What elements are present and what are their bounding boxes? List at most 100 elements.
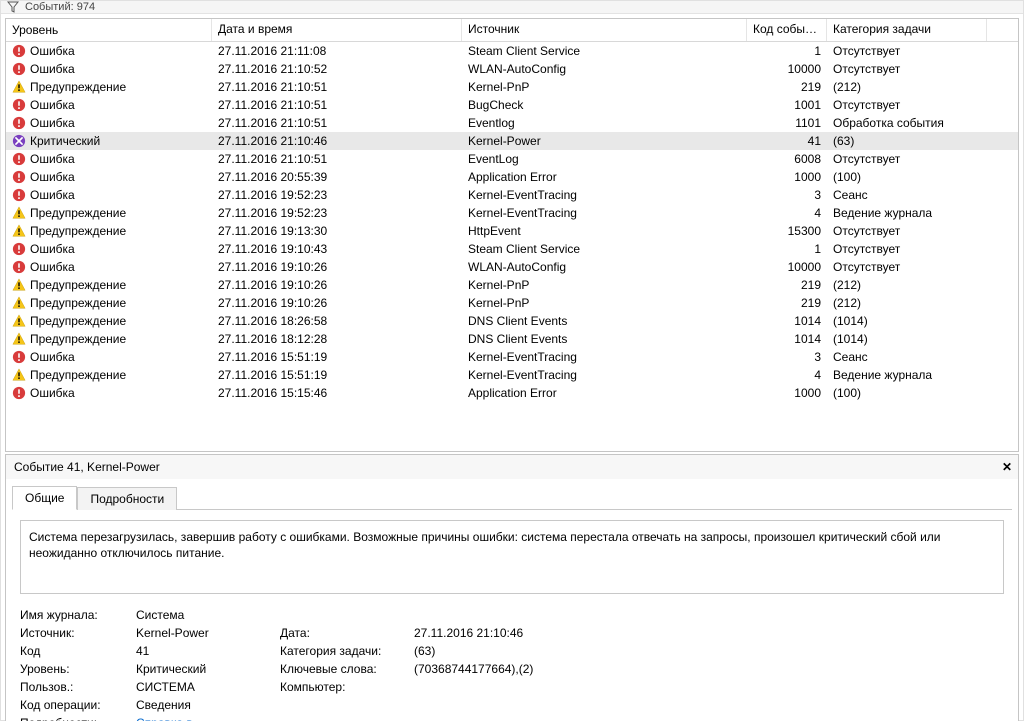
row-date: 27.11.2016 19:10:43 [212,239,462,259]
col-header-date[interactable]: Дата и время [212,19,462,41]
row-category: Отсутствует [827,59,987,79]
tab-general[interactable]: Общие [12,486,77,510]
val-computer [414,680,714,694]
val-moreinfo: Справка в [136,716,276,721]
warning-icon [12,224,26,238]
val-log: Система [136,608,276,622]
lbl-level: Уровень: [20,662,132,676]
row-category: (1014) [827,329,987,349]
val-source: Kernel-Power [136,626,276,640]
warning-icon [12,296,26,310]
detail-title-text: Событие 41, Kernel-Power [14,460,160,474]
table-row[interactable]: Ошибка27.11.2016 15:15:46Application Err… [6,384,1018,402]
table-row[interactable]: Ошибка27.11.2016 20:55:39Application Err… [6,168,1018,186]
col-header-level[interactable]: Уровень [6,19,212,41]
event-grid: Уровень Дата и время Источник Код событи… [5,18,1019,452]
row-date: 27.11.2016 20:55:39 [212,167,462,187]
table-row[interactable]: Предупреждение27.11.2016 19:13:30HttpEve… [6,222,1018,240]
row-level-text: Ошибка [30,242,75,256]
error-icon [12,98,26,112]
row-category: (100) [827,383,987,403]
error-icon [12,62,26,76]
error-icon [12,260,26,274]
warning-icon [12,278,26,292]
table-row[interactable]: Предупреждение27.11.2016 19:10:26Kernel-… [6,276,1018,294]
val-keywords: (70368744177664),(2) [414,662,714,676]
row-id: 6008 [747,149,827,169]
table-row[interactable]: Предупреждение27.11.2016 19:10:26Kernel-… [6,294,1018,312]
row-date: 27.11.2016 21:10:51 [212,149,462,169]
col-header-category[interactable]: Категория задачи [827,19,987,41]
row-category: Ведение журнала [827,203,987,223]
row-level-text: Ошибка [30,62,75,76]
table-row[interactable]: Предупреждение27.11.2016 18:12:28DNS Cli… [6,330,1018,348]
row-level-text: Предупреждение [30,332,126,346]
row-source: Application Error [462,383,747,403]
row-source: WLAN-AutoConfig [462,59,747,79]
help-link[interactable]: Справка в [136,716,193,721]
row-category: (212) [827,293,987,313]
table-row[interactable]: Ошибка27.11.2016 19:10:43Steam Client Se… [6,240,1018,258]
row-category: Отсутствует [827,95,987,115]
row-level-text: Предупреждение [30,80,126,94]
row-date: 27.11.2016 21:10:52 [212,59,462,79]
table-row[interactable]: Ошибка27.11.2016 21:10:51BugCheck1001Отс… [6,96,1018,114]
table-row[interactable]: Ошибка27.11.2016 21:10:51Eventlog1101Обр… [6,114,1018,132]
val-level: Критический [136,662,276,676]
tab-details[interactable]: Подробности [77,487,177,510]
grid-body[interactable]: Ошибка27.11.2016 21:11:08Steam Client Se… [6,42,1018,451]
event-description: Система перезагрузилась, завершив работу… [20,520,1004,594]
table-row[interactable]: Предупреждение27.11.2016 21:10:51Kernel-… [6,78,1018,96]
warning-icon [12,206,26,220]
row-source: EventLog [462,149,747,169]
row-date: 27.11.2016 19:10:26 [212,275,462,295]
row-level-text: Ошибка [30,260,75,274]
table-row[interactable]: Ошибка 27.11.2016 21:10:52WLAN-AutoConfig… [6,60,1018,78]
row-source: DNS Client Events [462,329,747,349]
table-row[interactable]: Предупреждение27.11.2016 19:52:23Kernel-… [6,204,1018,222]
table-row[interactable]: Ошибка27.11.2016 15:51:19Kernel-EventTra… [6,348,1018,366]
row-id: 1014 [747,311,827,331]
row-category: (212) [827,77,987,97]
tab-general-content: Система перезагрузилась, завершив работу… [12,509,1012,721]
lbl-eventid: Код [20,644,132,658]
row-level-text: Предупреждение [30,368,126,382]
row-date: 27.11.2016 19:52:23 [212,185,462,205]
row-id: 10000 [747,257,827,277]
col-header-source[interactable]: Источник [462,19,747,41]
lbl-moreinfo: Подробности: [20,716,132,721]
lbl-date: Дата: [280,626,410,640]
row-category: Ведение журнала [827,365,987,385]
row-level-text: Ошибка [30,44,75,58]
row-category: Отсутствует [827,149,987,169]
row-source: BugCheck [462,95,747,115]
table-row[interactable]: Ошибка27.11.2016 21:10:51EventLog6008Отс… [6,150,1018,168]
close-icon[interactable]: ✕ [1000,460,1014,474]
row-category: Обработка события [827,113,987,133]
lbl-opcode: Код операции: [20,698,132,712]
row-category: Сеанс [827,347,987,367]
table-row[interactable]: Ошибка27.11.2016 19:52:23Kernel-EventTra… [6,186,1018,204]
row-date: 27.11.2016 21:10:51 [212,95,462,115]
table-row[interactable]: Предупреждение27.11.2016 15:51:19Kernel-… [6,366,1018,384]
lbl-category: Категория задачи: [280,644,410,658]
row-source: Kernel-EventTracing [462,365,747,385]
warning-icon [12,368,26,382]
table-row[interactable]: Ошибка27.11.2016 19:10:26WLAN-AutoConfig… [6,258,1018,276]
val-opcode: Сведения [136,698,276,712]
table-row[interactable]: Ошибка27.11.2016 21:11:08Steam Client Se… [6,42,1018,60]
row-id: 4 [747,203,827,223]
error-icon [12,386,26,400]
detail-properties: Имя журнала: Система Источник: Kernel-Po… [20,608,1004,721]
row-level-text: Предупреждение [30,296,126,310]
row-date: 27.11.2016 19:10:26 [212,293,462,313]
row-category: (100) [827,167,987,187]
row-date: 27.11.2016 21:10:51 [212,113,462,133]
val-category: (63) [414,644,714,658]
table-row[interactable]: Критический27.11.2016 21:10:46Kernel-Pow… [6,132,1018,150]
table-row[interactable]: Предупреждение27.11.2016 18:26:58DNS Cli… [6,312,1018,330]
row-date: 27.11.2016 15:51:19 [212,347,462,367]
row-category: Сеанс [827,185,987,205]
row-id: 1014 [747,329,827,349]
col-header-id[interactable]: Код события [747,19,827,41]
